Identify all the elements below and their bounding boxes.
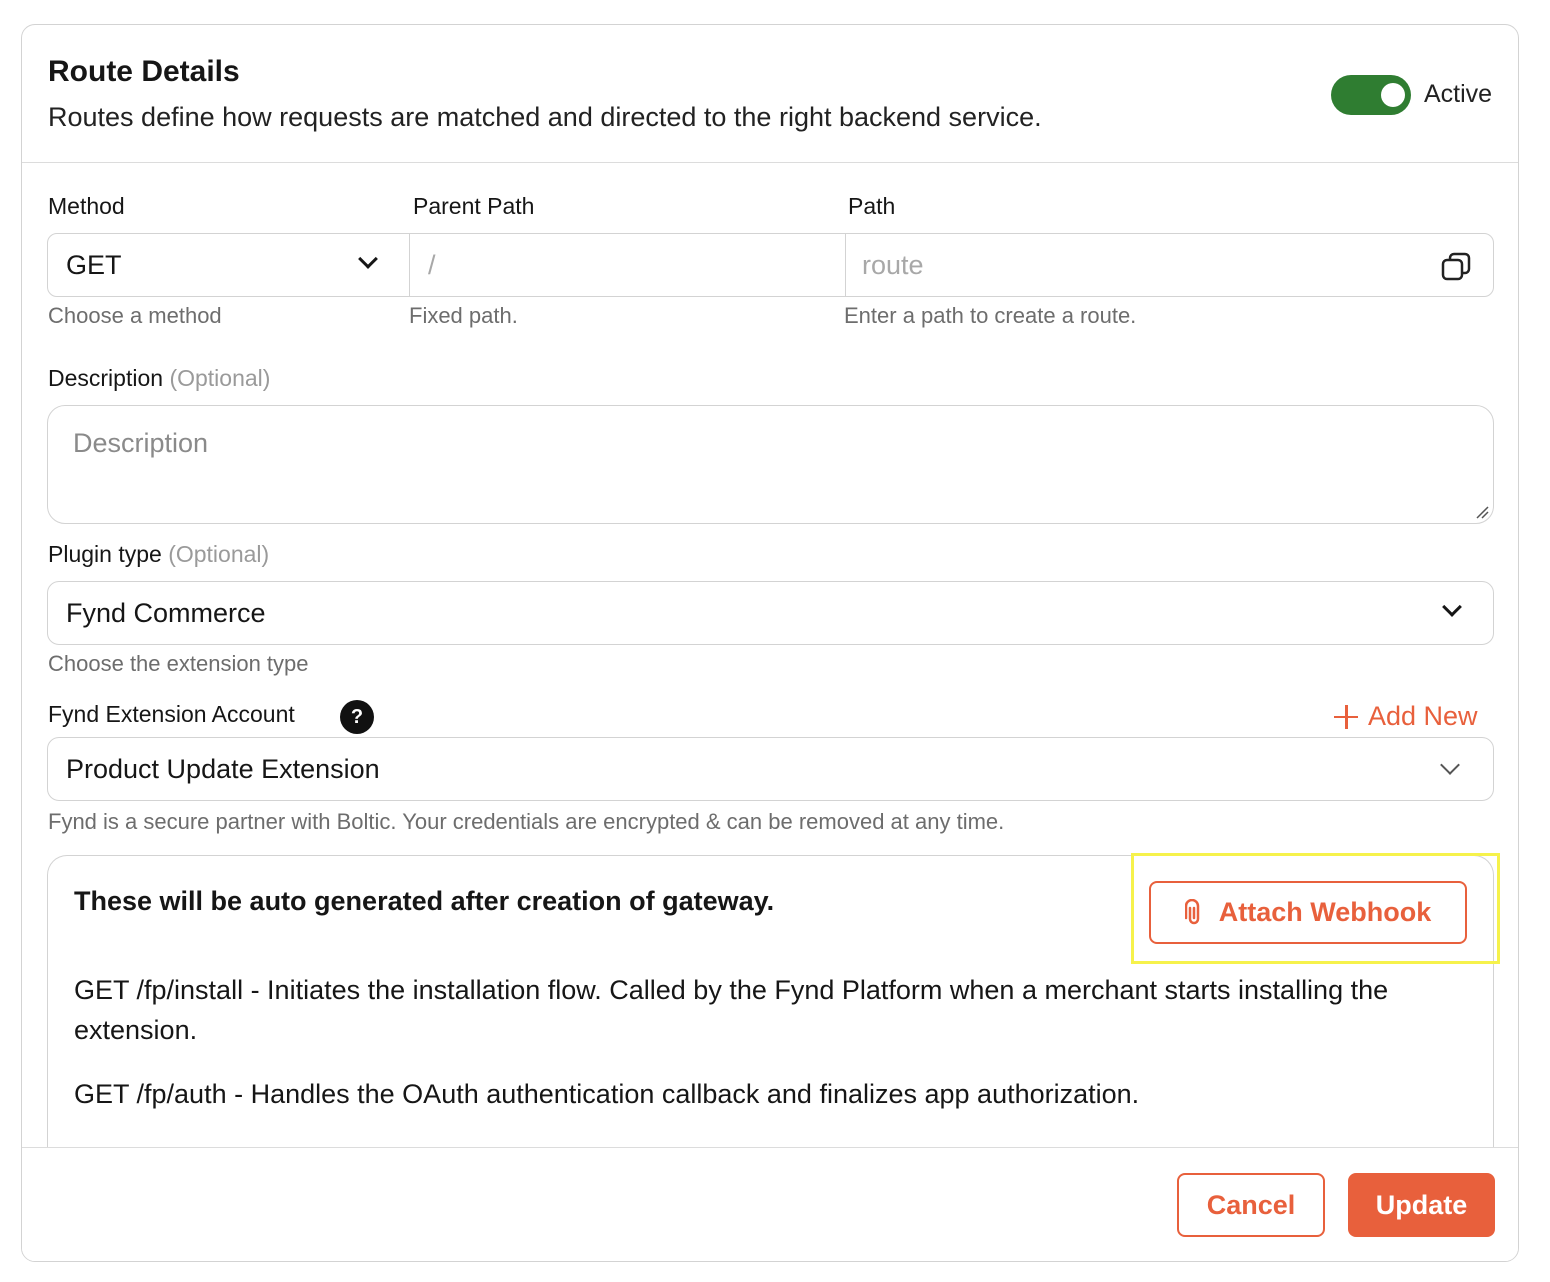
page-subtitle: Routes define how requests are matched a… bbox=[48, 102, 1042, 132]
description-label-text: Description bbox=[48, 365, 164, 391]
plugin-type-optional: (Optional) bbox=[168, 541, 270, 567]
route-input-group: GET / bbox=[47, 233, 1494, 297]
page-title: Route Details bbox=[48, 55, 240, 88]
resize-handle-icon[interactable] bbox=[1475, 505, 1489, 519]
description-optional: (Optional) bbox=[169, 365, 271, 391]
extension-account-help: Fynd is a secure partner with Boltic. Yo… bbox=[48, 809, 1005, 834]
active-toggle-label: Active bbox=[1424, 80, 1493, 108]
parent-path-help: Fixed path. bbox=[409, 303, 518, 328]
chevron-down-icon bbox=[1442, 597, 1462, 617]
plugin-type-help: Choose the extension type bbox=[48, 651, 309, 676]
chevron-down-icon bbox=[1440, 755, 1460, 775]
plugin-type-select[interactable]: Fynd Commerce bbox=[47, 581, 1494, 645]
route-details-card: Route Details Routes define how requests… bbox=[21, 24, 1519, 1262]
info-line-auth: GET /fp/auth - Handles the OAuth authent… bbox=[74, 1079, 1140, 1109]
path-help: Enter a path to create a route. bbox=[844, 303, 1137, 328]
description-box bbox=[47, 405, 1494, 524]
cancel-button[interactable]: Cancel bbox=[1177, 1173, 1325, 1237]
plugin-type-value: Fynd Commerce bbox=[66, 598, 266, 628]
path-input[interactable] bbox=[846, 234, 1493, 296]
extension-account-value: Product Update Extension bbox=[66, 754, 380, 784]
method-label: Method bbox=[48, 193, 125, 219]
attach-webhook-button[interactable]: Attach Webhook bbox=[1149, 881, 1467, 944]
parent-path-value: / bbox=[428, 250, 436, 280]
help-icon[interactable]: ? bbox=[340, 700, 374, 734]
path-label: Path bbox=[848, 193, 896, 219]
add-new-button[interactable]: Add New bbox=[1334, 701, 1478, 732]
copy-icon[interactable] bbox=[1441, 252, 1471, 282]
path-field bbox=[846, 234, 1493, 296]
method-help: Choose a method bbox=[48, 303, 222, 328]
parent-path-label: Parent Path bbox=[413, 193, 535, 219]
description-input[interactable] bbox=[48, 406, 1493, 523]
plugin-type-label-text: Plugin type bbox=[48, 541, 162, 567]
plugin-type-label: Plugin type (Optional) bbox=[48, 541, 269, 568]
info-title: These will be auto generated after creat… bbox=[74, 886, 775, 916]
extension-account-select[interactable]: Product Update Extension bbox=[47, 737, 1494, 801]
parent-path-field: / bbox=[410, 234, 846, 296]
info-line-install: GET /fp/install - Initiates the installa… bbox=[74, 975, 1389, 1045]
toggle-knob bbox=[1381, 83, 1405, 107]
extension-account-label: Fynd Extension Account bbox=[48, 701, 295, 727]
card-footer: Cancel Update bbox=[22, 1147, 1518, 1261]
description-label: Description (Optional) bbox=[48, 365, 270, 392]
attach-webhook-label: Attach Webhook bbox=[1218, 897, 1432, 927]
method-value: GET bbox=[66, 250, 122, 280]
plus-icon bbox=[1334, 704, 1358, 729]
chevron-down-icon bbox=[358, 249, 378, 269]
update-button[interactable]: Update bbox=[1348, 1173, 1495, 1237]
card-header: Route Details Routes define how requests… bbox=[22, 25, 1518, 163]
add-new-label: Add New bbox=[1368, 701, 1478, 731]
paperclip-icon bbox=[1184, 898, 1199, 924]
method-select[interactable]: GET bbox=[48, 234, 410, 296]
active-toggle[interactable] bbox=[1331, 75, 1411, 115]
